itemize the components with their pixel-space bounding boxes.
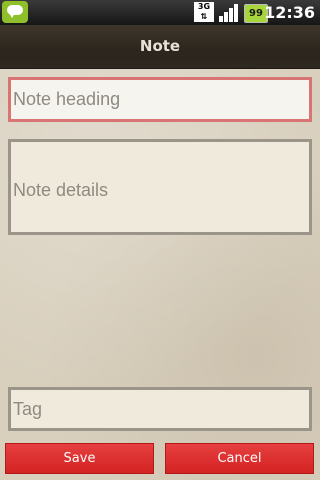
note-heading-input[interactable]: Note heading (8, 77, 312, 122)
note-form: Note heading Note details Tag Save Cance… (0, 69, 320, 480)
battery-level: 99 (249, 8, 263, 19)
note-details-placeholder: Note details (13, 180, 109, 200)
status-time: 12:36 (264, 3, 315, 22)
page-title: Note (139, 37, 181, 55)
chat-bubble-icon (2, 1, 28, 23)
title-bar: Note (0, 25, 320, 69)
tag-placeholder: Tag (13, 399, 43, 419)
tag-input[interactable]: Tag (8, 387, 312, 431)
network-type: 3G (197, 2, 211, 11)
status-bar: 3G ⇅ 99 12:36 (0, 0, 320, 25)
cancel-button[interactable]: Cancel (165, 443, 314, 474)
save-button[interactable]: Save (5, 443, 154, 474)
network-3g-icon: 3G ⇅ (194, 2, 214, 22)
signal-icon (219, 4, 238, 22)
note-details-input[interactable]: Note details (8, 139, 312, 235)
note-heading-placeholder: Note heading (13, 89, 121, 109)
